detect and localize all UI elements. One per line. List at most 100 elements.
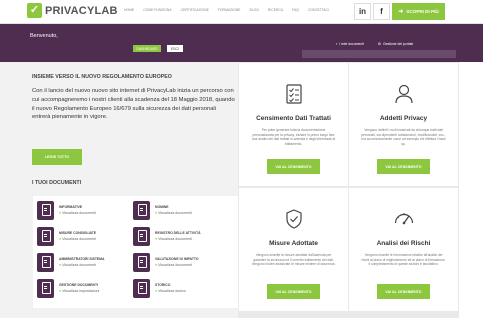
doc-action-link[interactable]: ●Visualizza documenti — [59, 211, 96, 215]
doc-action-link[interactable]: ●Visualizza documenti — [155, 237, 192, 241]
document-icon — [133, 201, 150, 220]
vai-al-censimento-button[interactable]: VAI AL CENSIMENTO — [267, 159, 320, 174]
vai-al-censimento-button[interactable]: VAI AL CENSIMENTO — [377, 284, 430, 299]
logo-text: PRIVACYLAB — [45, 4, 118, 17]
bullet-icon: ● — [155, 263, 158, 267]
nav-item-home[interactable]: HOME — [124, 8, 134, 12]
gear-icon: ⚙ — [377, 42, 381, 46]
document-icon — [37, 201, 54, 220]
doc-action-link[interactable]: ●Visualizza documenti — [155, 263, 192, 267]
left-column: INSIEME VERSO IL NUOVO REGOLAMENTO EUROP… — [27, 62, 247, 318]
card-analisi-rischi: Analisi dei Rischi Vengono inserite le i… — [349, 188, 458, 311]
doc-name: MISURE CONSIGLIATE — [59, 231, 97, 235]
doc-action-label: Visualizza documenti — [62, 237, 96, 241]
logo[interactable]: ✓ PRIVACYLAB — [27, 3, 118, 18]
doc-action-link[interactable]: ●Visualizza impostazioni — [59, 289, 99, 293]
document-icon — [133, 227, 150, 246]
vai-al-censimento-button[interactable]: VAI AL CENSIMENTO — [377, 159, 430, 174]
doc-action-label: Visualizza documenti — [158, 211, 192, 215]
doc-informative[interactable]: INFORMATIVE ●Visualizza documenti — [37, 201, 132, 223]
doc-action-label: Visualizza documenti — [158, 263, 192, 267]
documents-title: I TUOI DOCUMENTI — [32, 180, 82, 186]
document-icon — [133, 279, 150, 298]
checklist-icon — [286, 84, 302, 104]
vai-al-censimento-button[interactable]: VAI AL CENSIMENTO — [267, 284, 320, 299]
scopri-di-piu-button[interactable]: ➜ SCOPRI DI PIÙ — [392, 3, 445, 20]
banner-search-bar[interactable] — [302, 50, 456, 58]
right-gutter — [459, 62, 483, 318]
card-misure-adottate: Misure Adottate Vengono inserite le misu… — [239, 188, 348, 311]
bullet-icon: ● — [59, 289, 62, 293]
bullet-icon: ● — [59, 263, 62, 267]
facebook-icon[interactable]: f — [373, 3, 390, 20]
document-icon — [133, 253, 150, 272]
cta-label: SCOPRI DI PIÙ — [406, 9, 439, 14]
document-icon — [37, 227, 54, 246]
nav-item-blog[interactable]: BLOG — [249, 8, 258, 12]
card-description: Vengono definiti i ruoli incaricati da c… — [361, 128, 446, 146]
main-nav: HOME COME FUNZIONA CERTIFICAZIONE FORMAZ… — [124, 8, 338, 12]
doc-valutazione-impatto[interactable]: VALUTAZIONE DI IMPATTO ●Visualizza docum… — [133, 253, 228, 275]
doc-amministratori-sistema[interactable]: AMMINISTRATORI SISTEMA ●Visualizza docum… — [37, 253, 132, 275]
nav-item-faq[interactable]: FAQ — [292, 8, 299, 12]
doc-name: INFORMATIVE — [59, 205, 83, 209]
logout-button[interactable]: ESCI — [167, 45, 183, 52]
doc-action-label: Visualizza documenti — [158, 237, 192, 241]
doc-name: VALUTAZIONE DI IMPATTO — [155, 257, 199, 261]
card-title: Analisi dei Rischi — [376, 240, 431, 247]
hero-links: ▪ I miei documenti ⚙ Gestione del portal… — [336, 42, 413, 46]
doc-action-link[interactable]: ●Visualizza documenti — [59, 263, 96, 267]
doc-action-label: Visualizza impostazioni — [62, 289, 100, 293]
portal-management-label: Gestione del portale — [382, 42, 414, 46]
nav-item-certificazione[interactable]: CERTIFICAZIONE — [181, 8, 209, 12]
dashboard-button[interactable]: DASHBOARD — [133, 45, 161, 52]
doc-name: NOMINE — [155, 205, 169, 209]
doc-storico[interactable]: STORICO ●Visualizza storico — [133, 279, 228, 301]
my-documents-link[interactable]: ▪ I miei documenti — [336, 42, 364, 46]
doc-action-label: Visualizza documenti — [62, 263, 96, 267]
user-icon — [395, 84, 413, 104]
nav-item-contattaci[interactable]: CONTATTACI — [308, 8, 329, 12]
doc-registro-attivita[interactable]: REGISTRO DELLE ATTIVITÀ ●Visualizza docu… — [133, 227, 228, 249]
doc-action-link[interactable]: ●Visualizza documenti — [59, 237, 96, 241]
nav-item-formazione[interactable]: FORMAZIONE — [218, 8, 241, 12]
card-description: Per poter generare tutta la documentazio… — [251, 128, 336, 146]
card-title: Censimento Dati Trattati — [256, 115, 331, 122]
doc-name: GESTIONE DOCUMENTI — [59, 283, 98, 287]
welcome-text: Benvenuto, — [30, 33, 58, 39]
arrow-right-icon: ➜ — [398, 9, 404, 15]
top-navigation: ✓ PRIVACYLAB HOME COME FUNZIONA CERTIFIC… — [0, 0, 483, 24]
doc-gestione-documenti[interactable]: GESTIONE DOCUMENTI ●Visualizza impostazi… — [37, 279, 132, 301]
card-description: Vengono inserite le misure adottate dall… — [251, 253, 336, 267]
doc-nomine[interactable]: NOMINE ●Visualizza documenti — [133, 201, 228, 223]
bullet-icon: ● — [59, 237, 62, 241]
doc-name: AMMINISTRATORI SISTEMA — [59, 257, 105, 261]
card-addetti-privacy: Addetti Privacy Vengono definiti i ruoli… — [349, 63, 458, 186]
bullet-icon: ● — [155, 289, 158, 293]
documents-panel: INFORMATIVE ●Visualizza documenti NOMINE… — [33, 196, 247, 308]
linkedin-icon[interactable]: in — [354, 3, 371, 20]
census-grid: Censimento Dati Trattati Per poter gener… — [238, 62, 459, 318]
document-icon — [37, 253, 54, 272]
bullet-icon: ● — [155, 237, 158, 241]
read-all-button[interactable]: LEGGI TUTTO — [32, 149, 82, 165]
card-description: Vengono inserite le informazioni relativ… — [361, 253, 446, 267]
gauge-icon — [394, 213, 414, 225]
doc-action-link[interactable]: ●Visualizza documenti — [155, 211, 192, 215]
shield-check-icon — [286, 209, 302, 229]
doc-name: STORICO — [155, 283, 171, 287]
document-icon: ▪ — [336, 42, 338, 46]
doc-misure-consigliate[interactable]: MISURE CONSIGLIATE ●Visualizza documenti — [37, 227, 132, 249]
bullet-icon: ● — [155, 211, 158, 215]
portal-management-link[interactable]: ⚙ Gestione del portale — [378, 42, 413, 46]
card-title: Addetti Privacy — [379, 115, 428, 122]
nav-item-come-funziona[interactable]: COME FUNZIONA — [143, 8, 171, 12]
document-icon — [37, 279, 54, 298]
card-title: Misure Adottate — [269, 240, 318, 247]
doc-action-label: Visualizza documenti — [62, 211, 96, 215]
logo-check-icon: ✓ — [27, 3, 42, 18]
nav-item-ricerca[interactable]: RICERCA — [268, 8, 283, 12]
card-censimento-dati: Censimento Dati Trattati Per poter gener… — [239, 63, 348, 186]
intro-text: Con il lancio del nuovo nuovo sito inter… — [32, 88, 235, 121]
doc-action-link[interactable]: ●Visualizza storico — [155, 289, 186, 293]
